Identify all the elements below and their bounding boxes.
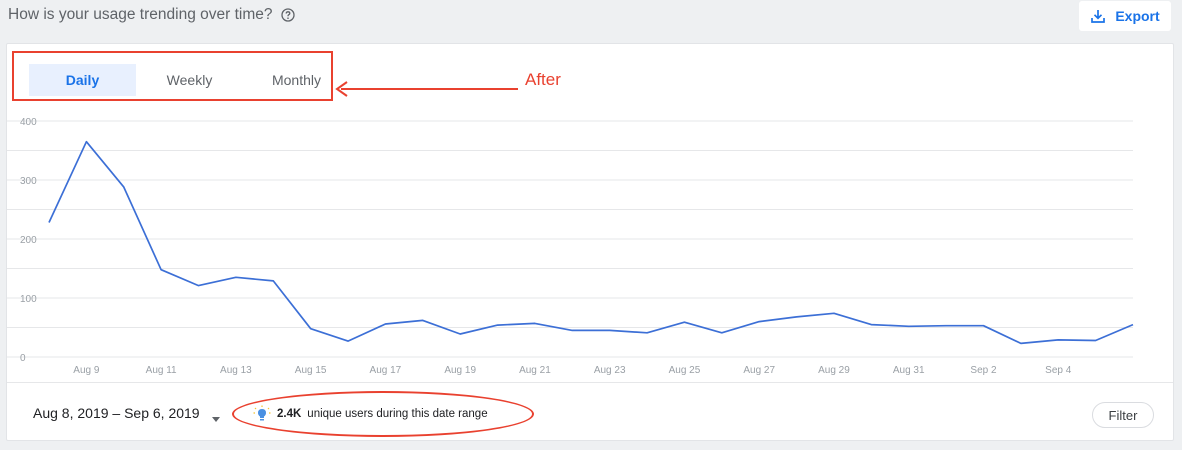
lightbulb-icon — [253, 405, 271, 423]
x-tick-label: Aug 25 — [669, 365, 701, 376]
y-tick-label: 200 — [20, 235, 37, 246]
section-title-row: How is your usage trending over time? — [8, 6, 295, 24]
series-line — [48, 140, 1134, 345]
x-tick-label: Aug 27 — [743, 365, 775, 376]
caret-down-icon — [211, 410, 220, 422]
x-tick-label: Aug 13 — [220, 365, 252, 376]
y-tick-label: 100 — [20, 294, 37, 305]
unique-users-count: 2.4K — [277, 408, 302, 420]
usage-line-chart: 0 100 200 300 400 Aug 9 Aug 11 Aug 13 Aug 15 Aug … — [7, 117, 1134, 376]
section-title: How is your usage trending over time? — [8, 6, 273, 23]
x-tick-label: Aug 17 — [370, 365, 402, 376]
export-label: Export — [1115, 8, 1160, 24]
x-tick-label: Aug 21 — [519, 365, 551, 376]
download-icon — [1090, 8, 1106, 24]
x-tick-label: Aug 11 — [146, 365, 177, 376]
export-button[interactable]: Export — [1079, 1, 1171, 31]
x-tick-label: Aug 19 — [444, 365, 476, 376]
x-tick-label: Aug 15 — [295, 365, 327, 376]
x-tick-label: Aug 9 — [73, 365, 100, 376]
x-tick-label: Aug 31 — [893, 365, 925, 376]
usage-chart-card: Daily Weekly Monthly 0 100 200 300 400 Aug 9A… — [6, 43, 1174, 441]
unique-users-info: 2.4K unique users during this date range — [253, 405, 488, 423]
date-range-picker[interactable]: Aug 8, 2019 – Sep 6, 2019 — [33, 405, 220, 422]
filter-button[interactable]: Filter — [1092, 402, 1154, 428]
section-header: How is your usage trending over time? Ex… — [0, 0, 1182, 40]
date-range-label: Aug 8, 2019 – Sep 6, 2019 — [33, 405, 200, 421]
annotation-arrow — [335, 81, 518, 97]
y-tick-label: 0 — [20, 353, 26, 364]
y-tick-label: 400 — [20, 117, 37, 128]
help-circle-icon[interactable] — [280, 8, 295, 22]
x-tick-label: Aug 23 — [594, 365, 626, 376]
footer-divider — [7, 382, 1173, 383]
x-tick-label: Sep 4 — [1045, 365, 1072, 376]
y-tick-label: 300 — [20, 176, 37, 187]
unique-users-text: unique users during this date range — [307, 408, 488, 420]
x-tick-label: Aug 29 — [818, 365, 850, 376]
x-tick-label: Sep 2 — [970, 365, 997, 376]
annotation-label: After — [525, 70, 561, 89]
